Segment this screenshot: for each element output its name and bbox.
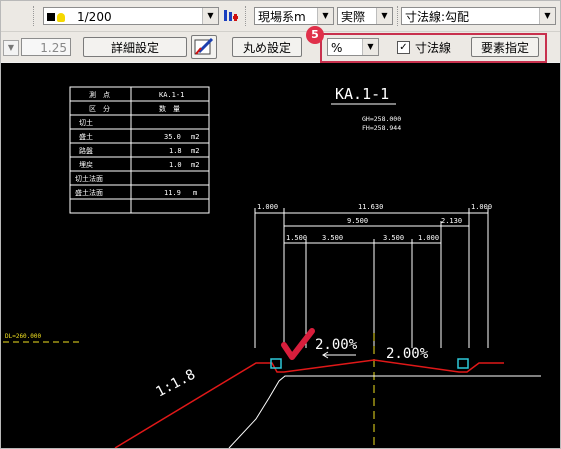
dimension-system-value: 現場系m: [258, 10, 306, 24]
detail-settings-button[interactable]: 詳細設定: [83, 37, 187, 57]
table-row-value: 1.8: [169, 147, 182, 155]
grade-left-label: 2.00%: [315, 337, 358, 353]
scale-mode-value: 実際: [341, 10, 366, 24]
rounding-settings-button[interactable]: 丸め設定: [232, 37, 302, 57]
unit-value: %: [331, 41, 343, 55]
callout-number-badge: 5: [306, 26, 324, 44]
table-row-label: 路盤: [79, 146, 93, 155]
grade-right-label: 2.00%: [386, 346, 429, 362]
dimension-line-style-value: 寸法線:勾配: [405, 10, 470, 24]
table-row-label: 切土: [79, 118, 93, 127]
chevron-down-icon[interactable]: ▼: [317, 8, 333, 24]
scale-mode-combo[interactable]: 実際 ▼: [337, 7, 393, 25]
table-row-unit: m2: [191, 161, 199, 169]
table-row-label: 切土法面: [75, 174, 103, 183]
layer-value: 1/200: [77, 10, 112, 24]
finish-height-label: FH=258.944: [362, 124, 401, 132]
dimension-line-checkbox-label: 寸法線: [415, 41, 452, 55]
element-specify-button[interactable]: 要素指定: [471, 37, 539, 57]
pen-tool-button[interactable]: [191, 35, 217, 59]
chevron-down-icon[interactable]: ▼: [539, 8, 555, 24]
dim-low-2: 3.500: [322, 234, 343, 242]
road-section-line: [114, 359, 504, 448]
dim-low-1: 1.500: [286, 234, 307, 242]
chevron-down-icon[interactable]: ▼: [202, 8, 218, 24]
table-header-label: 測 点: [89, 90, 110, 99]
table-row-unit: m2: [191, 147, 199, 155]
callout-number: 5: [311, 28, 319, 41]
section-title: KA.1-1: [335, 85, 389, 103]
table-row-value: 35.0: [164, 133, 181, 141]
right-gutter-icon: [457, 358, 469, 369]
dimension-system-combo[interactable]: 現場系m ▼: [254, 7, 334, 25]
dimension-line-checkbox[interactable]: ✓: [397, 41, 410, 54]
dim-low-4: 1.000: [418, 234, 439, 242]
table-row-value: 1.0: [169, 161, 182, 169]
dimension-values: 1.000 11.630 1.000 9.500 2.130 1.500 3.5…: [257, 203, 492, 242]
table-row-unit: m: [193, 189, 197, 197]
table-row-label: 埋戻: [79, 160, 93, 169]
drawing-canvas[interactable]: 測 点 KA.1-1 区 分 数 量 切土 盛土 35.0 m2 路盤 1.8 …: [1, 63, 560, 448]
chevron-down-icon[interactable]: ▼: [362, 39, 378, 55]
element-specify-label: 要素指定: [480, 41, 529, 55]
detail-settings-label: 詳細設定: [110, 41, 159, 55]
chevron-down-icon[interactable]: ▼: [3, 40, 19, 56]
table-header-station: KA.1-1: [159, 91, 184, 99]
app-window: 1/200 ▼ 現場系m ▼ 実際 ▼ 寸法線:勾配 ▼ ▼ 1.25 詳細設定: [0, 0, 561, 449]
size-field[interactable]: 1.25: [21, 38, 71, 56]
dimension-lines: [254, 208, 489, 348]
table-row-value: 11.9: [164, 189, 181, 197]
slope-ratio-label: 1:1.8: [153, 367, 198, 401]
layer-tool-icon[interactable]: [223, 8, 239, 24]
layer-combo[interactable]: 1/200 ▼: [43, 7, 219, 25]
ground-height-label: GH=258.000: [362, 115, 401, 123]
size-value: 1.25: [40, 41, 67, 55]
dim-top-right: 1.000: [471, 203, 492, 211]
unit-combo[interactable]: % ▼: [327, 38, 379, 56]
datum-level-label: DL=260.000: [5, 333, 42, 340]
toolbar-grip[interactable]: [245, 6, 249, 26]
check-mark-icon: [281, 328, 315, 360]
toolbar-grip[interactable]: [33, 6, 37, 26]
dim-top-center: 11.630: [358, 203, 383, 211]
pen-icon: [194, 37, 214, 55]
bulb-icon: [57, 13, 65, 22]
dimension-line-style-combo[interactable]: 寸法線:勾配 ▼: [401, 7, 556, 25]
dim-mid-center: 9.500: [347, 217, 368, 225]
toolbar-top: 1/200 ▼ 現場系m ▼ 実際 ▼ 寸法線:勾配 ▼: [1, 1, 560, 32]
layer-color-icon: [47, 13, 55, 21]
table-subheader-quantity: 数 量: [159, 104, 180, 113]
table-row-unit: m2: [191, 133, 199, 141]
table-subheader-category: 区 分: [89, 104, 110, 113]
chevron-down-icon[interactable]: ▼: [376, 8, 392, 24]
table-row-label: 盛土: [79, 132, 93, 141]
ground-line: [228, 375, 541, 448]
rounding-settings-label: 丸め設定: [242, 41, 291, 55]
table-row-label: 盛土法面: [75, 188, 103, 197]
dim-low-3: 3.500: [383, 234, 404, 242]
dim-mid-right: 2.130: [441, 217, 462, 225]
toolbar-bottom: ▼ 1.25 詳細設定 丸め設定 5 % ▼ ✓ 寸法線 要素指定: [1, 26, 560, 63]
dim-top-left: 1.000: [257, 203, 278, 211]
